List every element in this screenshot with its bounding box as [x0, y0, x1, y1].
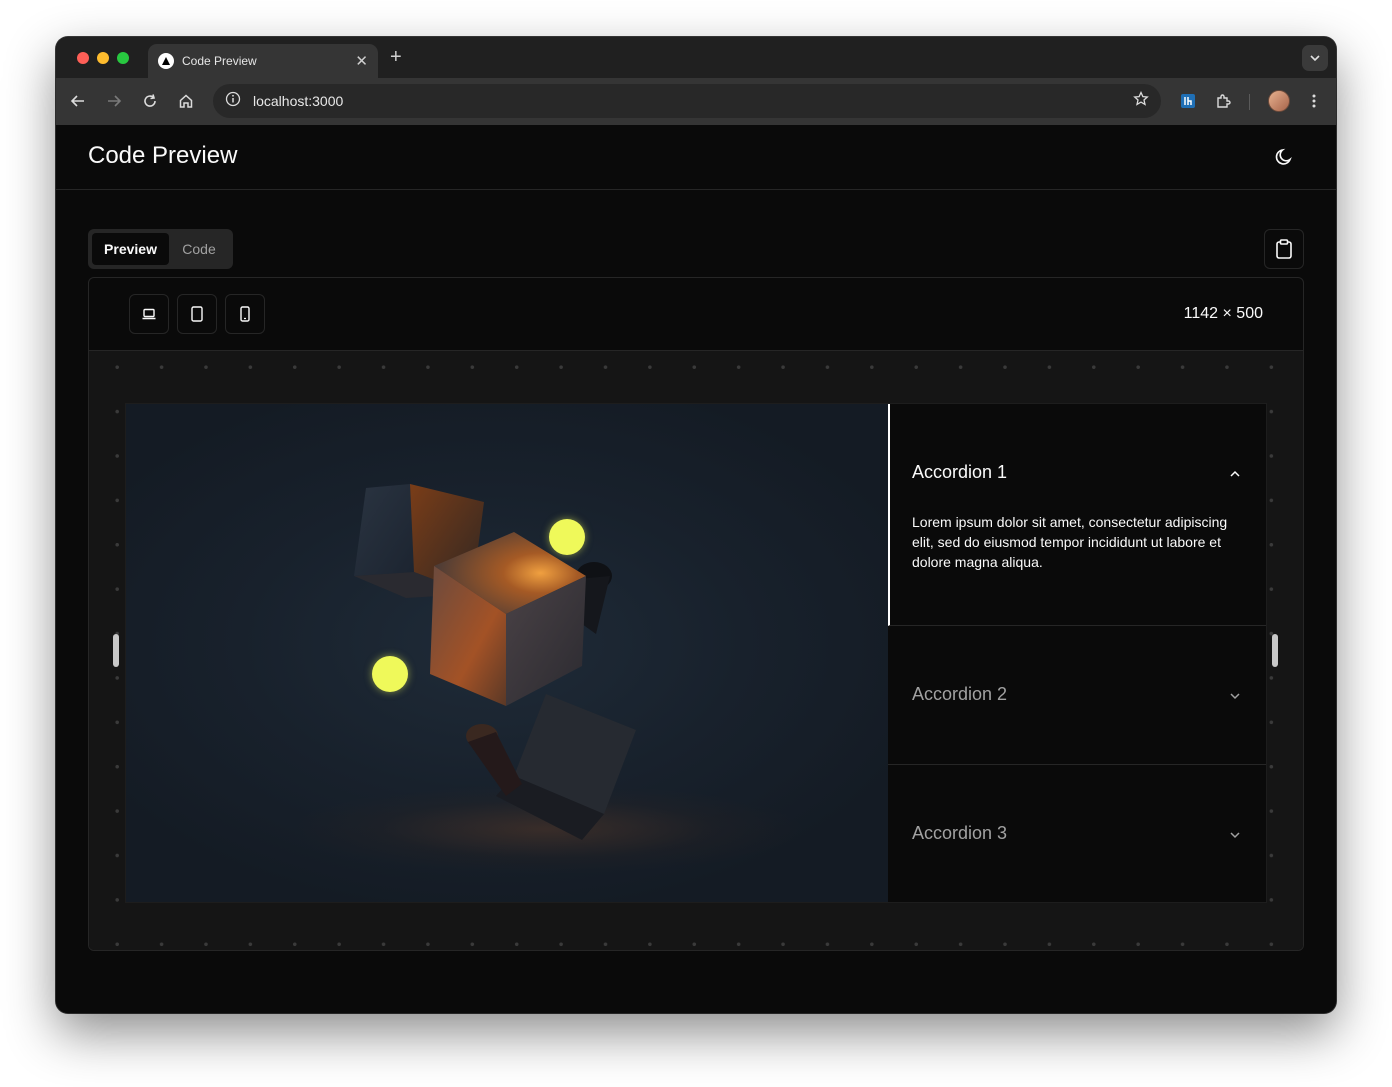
address-bar[interactable]: localhost:3000 [213, 84, 1161, 118]
laptop-icon [142, 308, 156, 320]
extension-icon[interactable] [1178, 91, 1198, 111]
browser-toolbar: localhost:3000 [56, 78, 1336, 125]
resize-handle-right[interactable] [1272, 634, 1278, 667]
tab-title: Code Preview [182, 54, 257, 68]
copy-clipboard-button[interactable] [1264, 229, 1304, 269]
desktop-viewport-button[interactable] [129, 294, 169, 334]
accordion: Accordion 1 Lorem ipsum dolor sit amet, … [888, 404, 1266, 902]
phone-icon [240, 306, 250, 322]
bookmark-star-icon[interactable] [1133, 90, 1149, 112]
browser-window: Code Preview ✕ + localhost:3000 Code Pre… [56, 37, 1336, 1013]
tab-preview[interactable]: Preview [92, 233, 169, 265]
accordion-item-2[interactable]: Accordion 2 [888, 626, 1266, 765]
profile-avatar[interactable] [1268, 90, 1290, 112]
home-icon[interactable] [176, 91, 196, 111]
viewport-size-readout: 1142 × 500 [1183, 305, 1263, 322]
view-tabs: Preview Code [88, 229, 233, 269]
more-menu-icon[interactable] [1304, 91, 1324, 111]
close-window-button[interactable] [77, 52, 89, 64]
chevron-down-icon[interactable] [1228, 689, 1242, 703]
browser-tab[interactable]: Code Preview ✕ [148, 44, 378, 78]
preview-frame: 1142 × 500 Accordion 1 Lorem ipsum dolor… [88, 277, 1304, 951]
component-demo: Accordion 1 Lorem ipsum dolor sit amet, … [125, 403, 1267, 903]
accordion-item-title[interactable]: Accordion 2 [912, 684, 1007, 705]
accordion-item-title[interactable]: Accordion 3 [912, 823, 1007, 844]
tab-strip: Code Preview ✕ + [56, 37, 1336, 78]
accordion-item-body: Lorem ipsum dolor sit amet, consectetur … [912, 514, 1228, 570]
mobile-viewport-button[interactable] [225, 294, 265, 334]
tab-code[interactable]: Code [169, 233, 229, 265]
chevron-down-icon[interactable] [1228, 828, 1242, 842]
accordion-item-1[interactable]: Accordion 1 Lorem ipsum dolor sit amet, … [888, 404, 1266, 626]
clipboard-icon [1276, 239, 1292, 259]
back-icon[interactable] [68, 91, 88, 111]
preview-canvas: Accordion 1 Lorem ipsum dolor sit amet, … [89, 351, 1303, 950]
accordion-item-title[interactable]: Accordion 1 [912, 462, 1007, 483]
tablet-viewport-button[interactable] [177, 294, 217, 334]
viewport-toolbar: 1142 × 500 [89, 278, 1303, 351]
tablet-icon [191, 306, 203, 322]
site-info-icon[interactable] [225, 91, 241, 112]
triangle-logo-icon [158, 53, 174, 69]
chevron-up-icon[interactable] [1228, 467, 1242, 481]
toolbar-divider [1249, 94, 1250, 110]
page-title: Code Preview [88, 142, 238, 169]
url-text: localhost:3000 [253, 93, 344, 109]
yellow-orb [549, 519, 585, 555]
page-header: Code Preview [56, 125, 1336, 190]
minimize-window-button[interactable] [97, 52, 109, 64]
resize-handle-left[interactable] [113, 634, 119, 667]
close-tab-icon[interactable]: ✕ [355, 54, 368, 69]
forward-icon[interactable] [104, 91, 124, 111]
new-tab-icon[interactable]: + [390, 47, 402, 67]
moon-theme-toggle-icon[interactable] [1274, 147, 1294, 167]
maximize-window-button[interactable] [117, 52, 129, 64]
reload-icon[interactable] [140, 91, 160, 111]
chevron-down-icon [1310, 55, 1320, 62]
hero-image [126, 404, 888, 902]
accordion-item-3[interactable]: Accordion 3 [888, 765, 1266, 902]
page-content: Code Preview Preview Code 1142 × 500 Acc… [56, 125, 1336, 1013]
yellow-orb [372, 656, 408, 692]
puzzle-extensions-icon[interactable] [1214, 91, 1234, 111]
tab-search-button[interactable] [1302, 45, 1328, 71]
